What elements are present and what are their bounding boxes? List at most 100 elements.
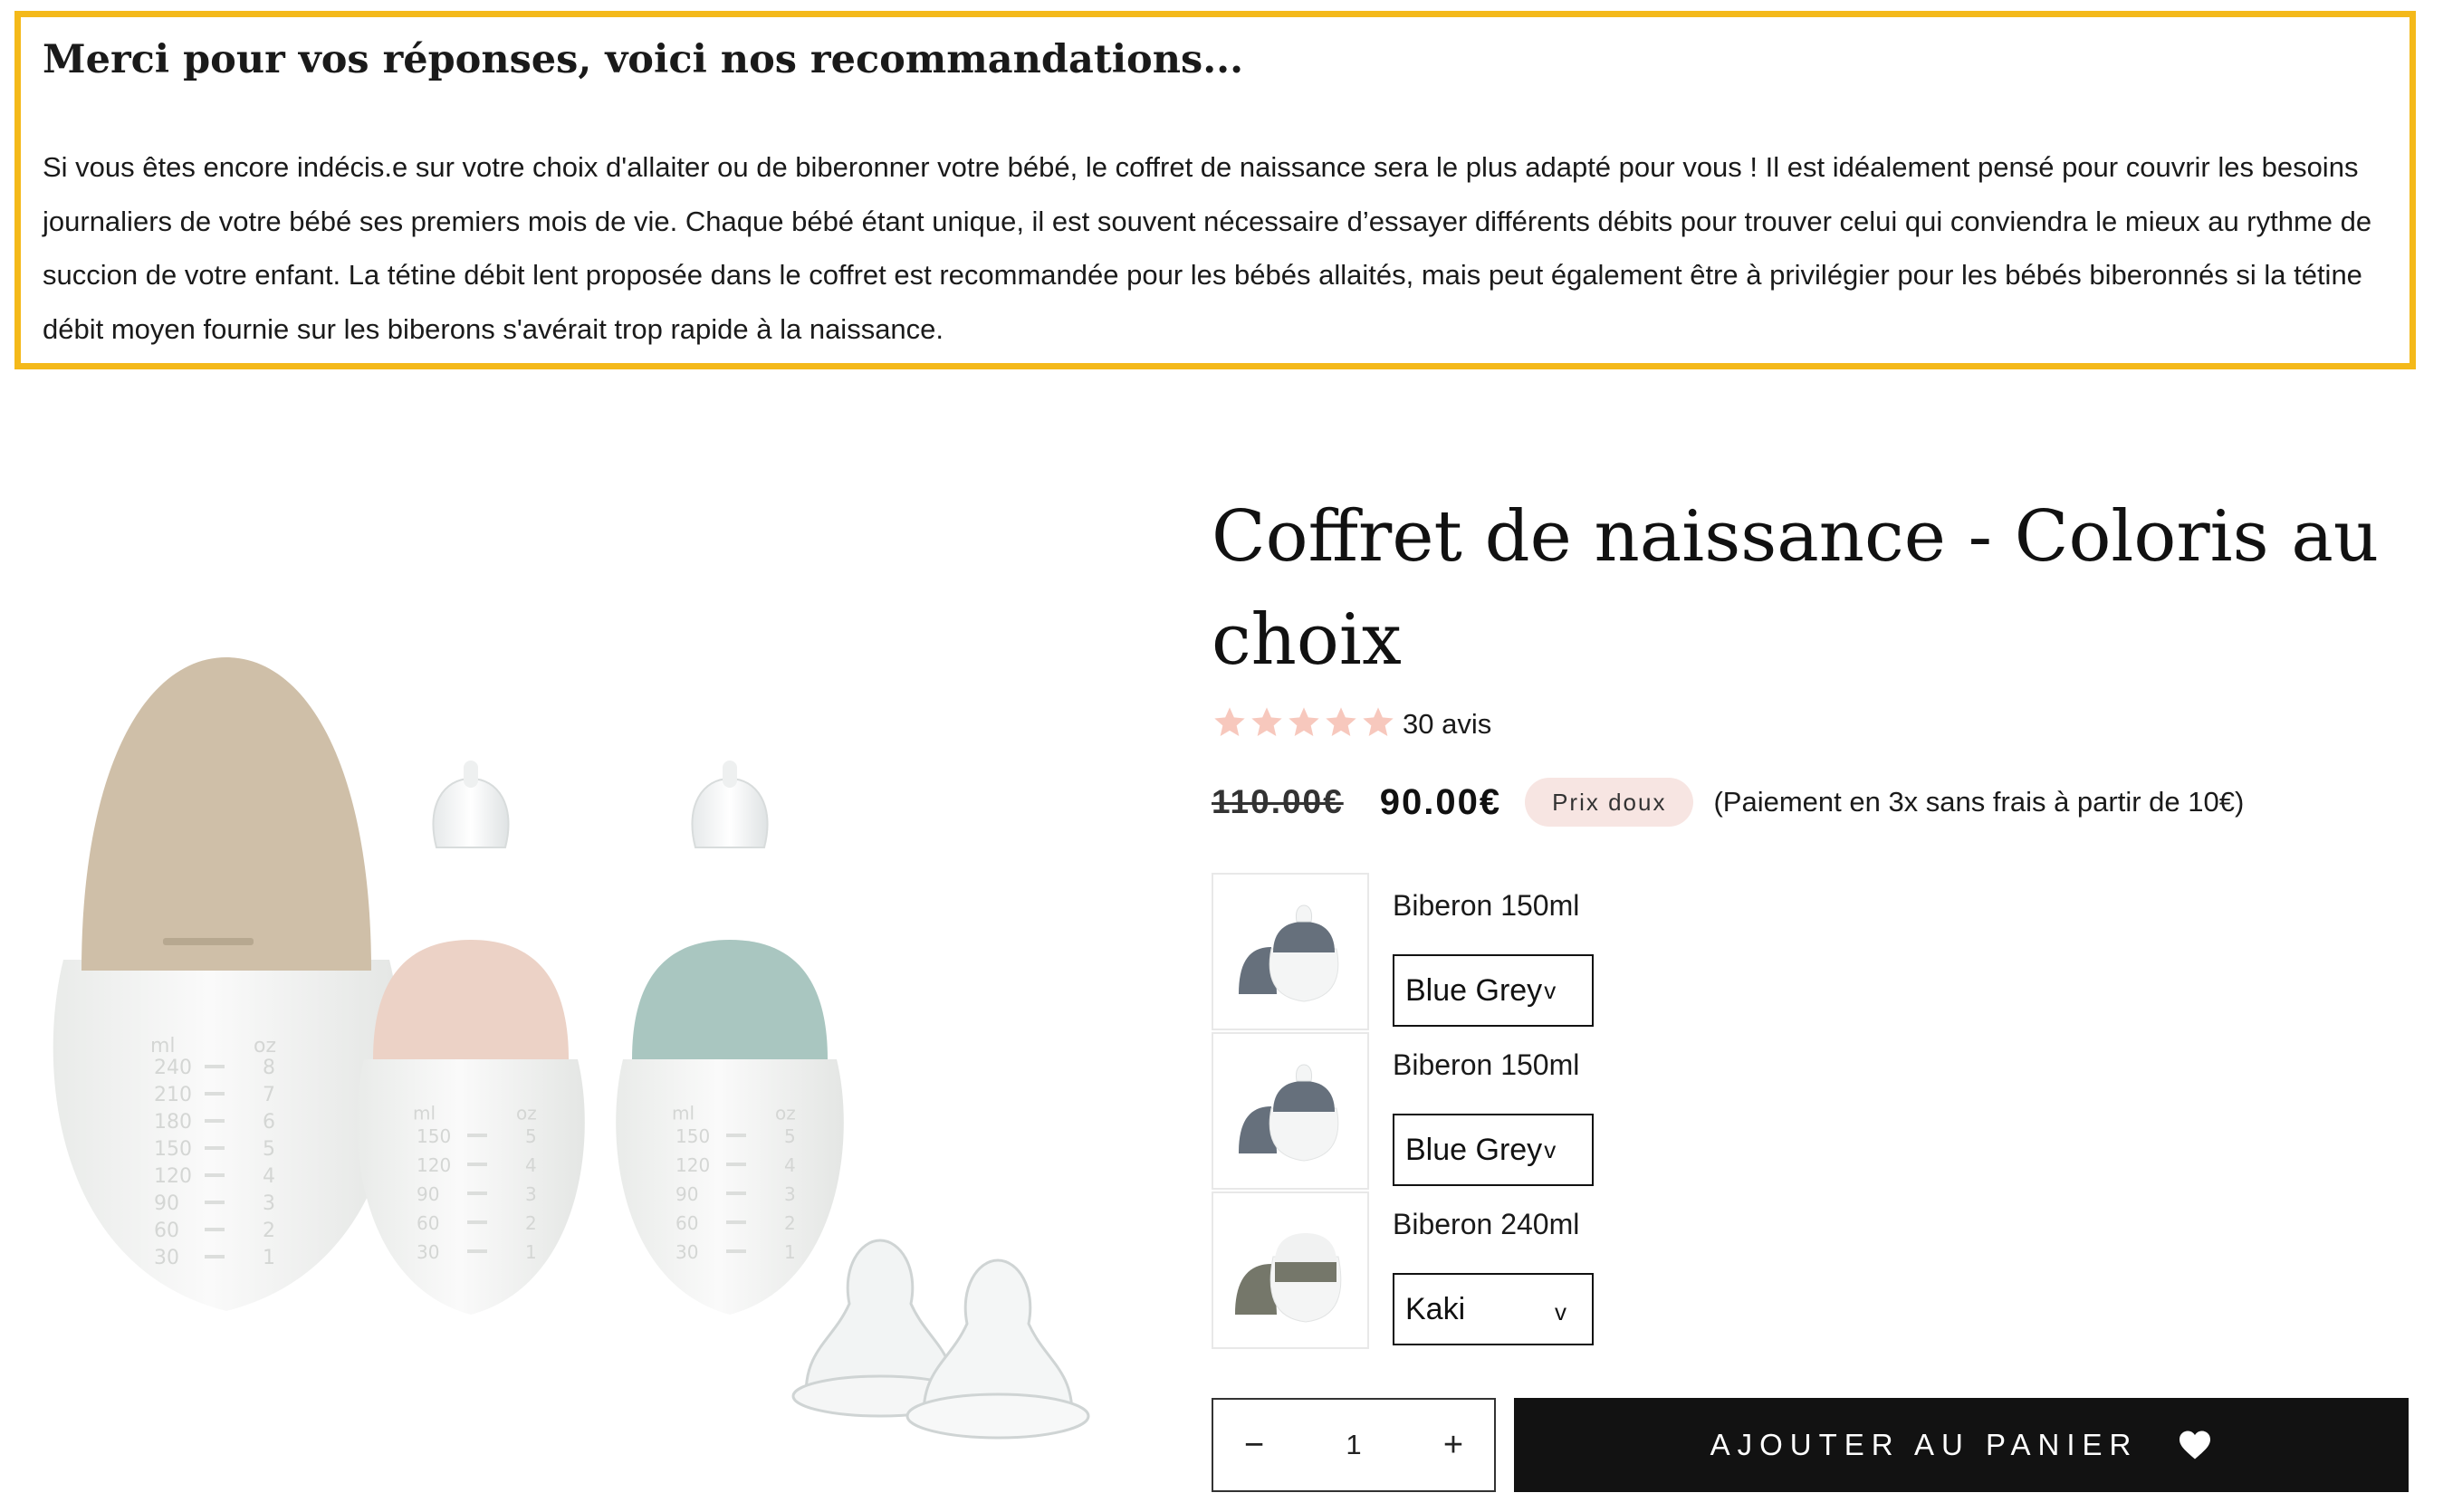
loose-teats <box>791 1239 1090 1440</box>
scale-unit-label: oz <box>254 1035 276 1057</box>
product-image: ml oz240 8210 7180 6150 5120 490 360 230 1 ml oz15… <box>53 657 1090 1440</box>
scale-ml-label: 150 <box>417 1125 451 1147</box>
scale-unit-label: oz <box>775 1102 796 1124</box>
scale-unit-label: ml <box>413 1102 436 1124</box>
current-price: 90.00€ <box>1379 781 1502 822</box>
scale-oz-label: 3 <box>784 1183 796 1205</box>
variant-selected-value: Kaki <box>1405 1291 1466 1326</box>
scale-oz-label: 2 <box>784 1212 796 1234</box>
scale-tick <box>467 1220 487 1224</box>
rating[interactable]: 30 avis <box>1212 704 1491 744</box>
variant-name: Biberon 150ml <box>1393 1048 1580 1081</box>
quantity-decrease-button[interactable]: − <box>1213 1400 1295 1490</box>
scale-ml-label: 180 <box>154 1111 192 1134</box>
star-icon <box>1289 706 1319 736</box>
bottle-cap-pink <box>373 940 569 1059</box>
price-row: 110.00€ 90.00€ Prix doux (Paiement en 3x… <box>1212 775 2244 829</box>
bottle-240ml: ml oz 240 8 210 7 180 6 150 5 120 4 90 3 60 2 30 1 <box>53 657 400 1311</box>
scale-tick <box>726 1163 746 1166</box>
scale-tick <box>726 1134 746 1137</box>
scale-oz-label: 2 <box>525 1212 537 1234</box>
scale-tick <box>205 1065 225 1068</box>
recommendation-title: Merci pour vos réponses, voici nos recom… <box>43 37 1244 82</box>
rating-stars <box>1212 704 1397 745</box>
installments-note: (Paiement en 3x sans frais à partir de 1… <box>1713 786 2245 818</box>
scale-ml-label: 150 <box>154 1138 192 1161</box>
scale-ml-label: 240 <box>154 1057 192 1079</box>
scale-oz-label: 3 <box>263 1192 275 1215</box>
recommendation-box: Merci pour vos réponses, voici nos recom… <box>14 11 2416 369</box>
scale-oz-label: 1 <box>784 1241 796 1263</box>
price-badge: Prix doux <box>1525 778 1694 827</box>
reviews-count[interactable]: 30 avis <box>1403 708 1491 741</box>
star-icon <box>1214 706 1245 736</box>
star-icon <box>1326 706 1356 736</box>
scale-tick <box>205 1228 225 1231</box>
scale-ml-label: 90 <box>417 1183 439 1205</box>
scale-ml-label: 120 <box>417 1154 451 1176</box>
scale-ml-label: 30 <box>154 1247 179 1269</box>
star-icon <box>1363 706 1394 736</box>
scale-unit-label: oz <box>516 1102 537 1124</box>
chevron-down-icon: v <box>1555 1298 1566 1325</box>
scale-tick <box>726 1249 746 1253</box>
variant-thumbnail <box>1212 873 1369 1030</box>
chevron-down-icon: v <box>1544 976 1557 1004</box>
scale-oz-label: 5 <box>263 1138 275 1161</box>
variant-name: Biberon 150ml <box>1393 889 1580 922</box>
bottle-thumbnail-icon <box>1239 904 1339 1002</box>
variant-selected-value: Blue Grey <box>1405 1132 1543 1167</box>
scale-ml-label: 30 <box>417 1241 439 1263</box>
variant-thumbnail <box>1212 1191 1369 1349</box>
quantity-stepper[interactable]: − 1 + <box>1212 1398 1496 1492</box>
bottle-cap-beige <box>81 657 371 971</box>
bottle-cap-sage <box>632 940 828 1059</box>
scale-ml-label: 210 <box>154 1084 192 1106</box>
scale-oz-label: 5 <box>525 1125 537 1147</box>
scale-oz-label: 3 <box>525 1183 537 1205</box>
scale-ml-label: 60 <box>417 1212 439 1234</box>
bottle-thumbnail-icon <box>1239 1064 1339 1162</box>
scale-tick <box>726 1220 746 1224</box>
star-icon <box>1251 706 1282 736</box>
variant-name: Biberon 240ml <box>1393 1208 1580 1240</box>
scale-tick <box>205 1092 225 1096</box>
scale-tick <box>205 1201 225 1204</box>
add-to-cart-label: AJOUTER AU PANIER <box>1710 1428 2139 1461</box>
scale-ml-label: 30 <box>675 1241 698 1263</box>
scale-oz-label: 4 <box>784 1154 796 1176</box>
scale-tick <box>467 1191 487 1195</box>
scale-oz-label: 1 <box>525 1241 537 1263</box>
scale-tick <box>205 1255 225 1258</box>
quantity-value[interactable]: 1 <box>1346 1429 1361 1461</box>
scale-oz-label: 2 <box>263 1220 275 1242</box>
scale-unit-label: ml <box>150 1035 176 1057</box>
variant-row-1: Biberon 150ml Blue Grey v <box>1212 873 2026 1032</box>
quantity-increase-button[interactable]: + <box>1413 1400 1494 1490</box>
scale-ml-label: 90 <box>675 1183 698 1205</box>
scale-ml-label: 60 <box>154 1220 179 1242</box>
scale-tick <box>205 1173 225 1177</box>
old-price: 110.00€ <box>1212 783 1344 820</box>
scale-oz-label: 8 <box>263 1057 275 1079</box>
scale-oz-label: 7 <box>263 1084 275 1106</box>
variant-row-2: Biberon 150ml Blue Grey v <box>1212 1032 2026 1191</box>
scale-ml-label: 120 <box>675 1154 710 1176</box>
scale-tick <box>467 1163 487 1166</box>
heart-icon <box>2180 1431 2211 1459</box>
variant-thumbnail <box>1212 1032 1369 1190</box>
scale-oz-label: 1 <box>263 1247 275 1269</box>
chevron-down-icon: v <box>1544 1135 1557 1163</box>
variant-color-select[interactable]: Blue Grey v <box>1393 954 1594 1027</box>
scale-oz-label: 4 <box>525 1154 537 1176</box>
scale-ml-label: 90 <box>154 1192 179 1215</box>
scale-tick <box>726 1191 746 1195</box>
add-to-cart-button[interactable]: AJOUTER AU PANIER <box>1514 1398 2409 1492</box>
scale-ml-label: 150 <box>675 1125 710 1147</box>
scale-oz-label: 5 <box>784 1125 796 1147</box>
variant-color-select[interactable]: Kaki v <box>1393 1273 1594 1345</box>
variant-color-select[interactable]: Blue Grey v <box>1393 1114 1594 1186</box>
scale-ml-label: 120 <box>154 1165 192 1188</box>
scale-tick <box>467 1134 487 1137</box>
variant-selected-value: Blue Grey <box>1405 972 1543 1008</box>
